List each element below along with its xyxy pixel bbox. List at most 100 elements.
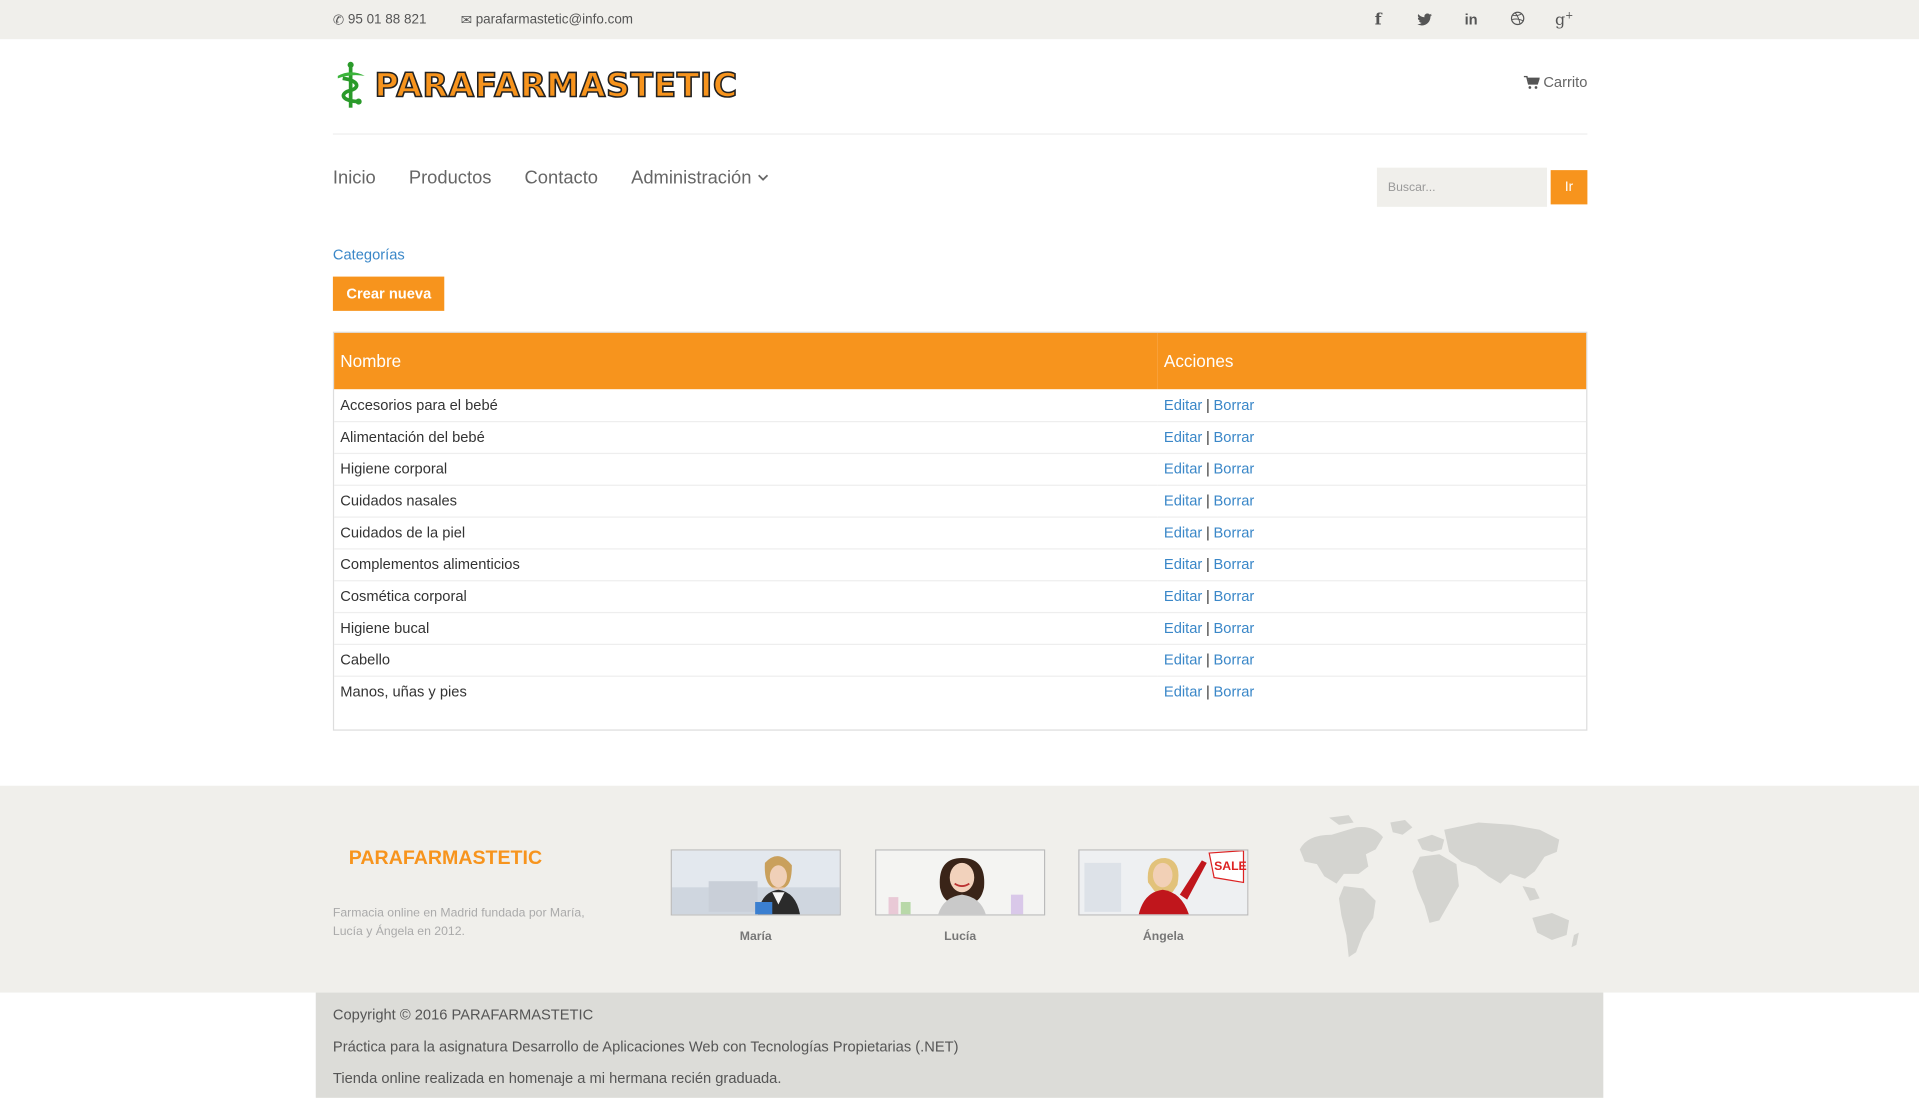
team-member-lucia[interactable]: Lucía: [875, 849, 1046, 944]
category-name: Higiene bucal: [340, 619, 430, 637]
action-separator: |: [1205, 619, 1210, 637]
table-row: Alimentación del bebé Editar | Borrar: [334, 421, 1587, 453]
table-row: Cuidados de la piel Editar | Borrar: [334, 516, 1587, 549]
delete-link[interactable]: Borrar: [1213, 587, 1254, 604]
category-name: Higiene corporal: [340, 460, 448, 478]
main-content: Categorías Crear nueva Nombre Acciones A…: [332, 240, 1588, 731]
edit-link[interactable]: Editar: [1164, 651, 1202, 668]
edit-link[interactable]: Editar: [1164, 683, 1202, 700]
row-actions: Editar | Borrar: [1158, 676, 1586, 708]
envelope-icon: ✉: [460, 12, 473, 28]
team-name-lucia: Lucía: [944, 930, 977, 944]
category-name: Cosmética corporal: [340, 587, 467, 605]
categories-table: Nombre Acciones Accesorios para el bebé E…: [332, 331, 1588, 731]
cart-label: Carrito: [1543, 73, 1588, 91]
category-name: Cuidados nasales: [340, 492, 458, 510]
column-header-nombre: Nombre: [340, 351, 402, 371]
team-photo-maria[interactable]: [670, 849, 841, 916]
team-photo-lucia[interactable]: [875, 849, 1046, 916]
action-separator: |: [1205, 651, 1210, 669]
dribbble-icon[interactable]: [1494, 10, 1541, 28]
delete-link[interactable]: Borrar: [1213, 524, 1254, 541]
delete-link[interactable]: Borrar: [1213, 460, 1254, 477]
category-name: Complementos alimenticios: [340, 555, 520, 573]
row-actions: Editar | Borrar: [1158, 644, 1586, 676]
edit-link[interactable]: Editar: [1164, 619, 1202, 636]
footer: PARAFARMASTETIC Farmacia online en Madri…: [0, 785, 1919, 993]
edit-link[interactable]: Editar: [1164, 460, 1202, 477]
phone-contact: ✆ 95 01 88 821: [333, 12, 427, 27]
row-actions: Editar | Borrar: [1158, 516, 1586, 548]
breadcrumb[interactable]: Categorías: [333, 240, 1587, 274]
tribute-text: Tienda online realizada en homenaje a mi…: [332, 1069, 782, 1087]
table-row: Manos, uñas y pies Editar | Borrar: [334, 676, 1586, 708]
delete-link[interactable]: Borrar: [1213, 619, 1254, 636]
linkedin-icon[interactable]: in: [1448, 11, 1495, 28]
action-separator: |: [1205, 523, 1210, 541]
nav-item-productos[interactable]: Productos: [409, 168, 492, 189]
footer-brand: PARAFARMASTETIC: [348, 848, 543, 869]
row-actions: Editar | Borrar: [1158, 453, 1586, 485]
category-name: Accesorios para el bebé: [340, 396, 498, 414]
table-row: Higiene bucal Editar | Borrar: [334, 612, 1587, 644]
delete-link[interactable]: Borrar: [1213, 556, 1254, 573]
svg-text:SALE: SALE: [1214, 859, 1247, 873]
action-separator: |: [1205, 492, 1210, 510]
world-map-image: [1299, 815, 1579, 958]
row-actions: Editar | Borrar: [1158, 485, 1586, 517]
action-separator: |: [1205, 555, 1210, 573]
copyright-bar: Copyright © 2016 PARAFARMASTETIC Práctic…: [315, 992, 1604, 1098]
edit-link[interactable]: Editar: [1164, 428, 1202, 445]
delete-link[interactable]: Borrar: [1213, 651, 1254, 668]
search-button[interactable]: Ir: [1550, 170, 1588, 205]
delete-link[interactable]: Borrar: [1213, 683, 1254, 700]
logo-text: PARAFARMASTETIC: [374, 66, 738, 106]
email-contact[interactable]: ✉ parafarmastetic@info.com: [460, 12, 633, 28]
nav-item-inicio[interactable]: Inicio: [333, 168, 376, 189]
table-row: Cosmética corporal Editar | Borrar: [334, 580, 1587, 612]
edit-link[interactable]: Editar: [1164, 524, 1202, 541]
row-actions: Editar | Borrar: [1158, 612, 1586, 644]
delete-link[interactable]: Borrar: [1213, 428, 1254, 445]
chevron-down-icon: [758, 171, 769, 184]
facebook-icon[interactable]: f: [1355, 10, 1402, 28]
team-member-maria[interactable]: María: [670, 849, 841, 944]
delete-link[interactable]: Borrar: [1213, 396, 1254, 413]
copyright-text: Copyright © 2016 PARAFARMASTETIC: [332, 1006, 594, 1024]
action-separator: |: [1205, 683, 1210, 701]
column-header-acciones: Acciones: [1163, 351, 1234, 371]
category-name: Cabello: [340, 651, 391, 669]
cart-link[interactable]: Carrito: [1523, 73, 1588, 91]
row-actions: Editar | Borrar: [1158, 580, 1586, 612]
table-row: Higiene corporal Editar | Borrar: [334, 453, 1587, 485]
phone-number: 95 01 88 821: [347, 12, 427, 27]
row-actions: Editar | Borrar: [1158, 548, 1586, 580]
nav-item-contacto[interactable]: Contacto: [525, 168, 598, 189]
category-name: Cuidados de la piel: [340, 523, 466, 541]
header: PARAFARMASTETIC Carrito: [332, 39, 1588, 135]
edit-link[interactable]: Editar: [1164, 396, 1202, 413]
main-nav: Inicio Productos Contacto Administración…: [333, 135, 1588, 240]
table-row: Cabello Editar | Borrar: [334, 644, 1587, 676]
twitter-icon[interactable]: [1401, 10, 1448, 28]
edit-link[interactable]: Editar: [1164, 492, 1202, 509]
action-separator: |: [1205, 428, 1210, 446]
top-bar: ✆ 95 01 88 821 ✉ parafarmastetic@info.co…: [0, 0, 1919, 40]
logo[interactable]: PARAFARMASTETIC: [333, 61, 738, 110]
edit-link[interactable]: Editar: [1164, 556, 1202, 573]
create-new-button[interactable]: Crear nueva: [332, 276, 445, 311]
google-plus-icon[interactable]: g+: [1541, 10, 1588, 30]
cart-icon: [1523, 75, 1540, 89]
edit-link[interactable]: Editar: [1164, 587, 1202, 604]
email-address[interactable]: parafarmastetic@info.com: [476, 12, 633, 27]
social-links: f in g+: [1355, 0, 1588, 39]
delete-link[interactable]: Borrar: [1213, 492, 1254, 509]
team-photo-angela[interactable]: SALE: [1078, 849, 1249, 916]
row-actions: Editar | Borrar: [1158, 389, 1586, 421]
table-row: Complementos alimenticios Editar | Borrar: [334, 548, 1587, 581]
team-member-angela[interactable]: SALE Ángela: [1078, 849, 1249, 944]
nav-item-administracion[interactable]: Administración: [631, 167, 769, 189]
nav-item-administracion-label: Administración: [631, 167, 752, 189]
search-input[interactable]: [1376, 167, 1548, 207]
table-header-row: Nombre Acciones: [334, 332, 1587, 390]
